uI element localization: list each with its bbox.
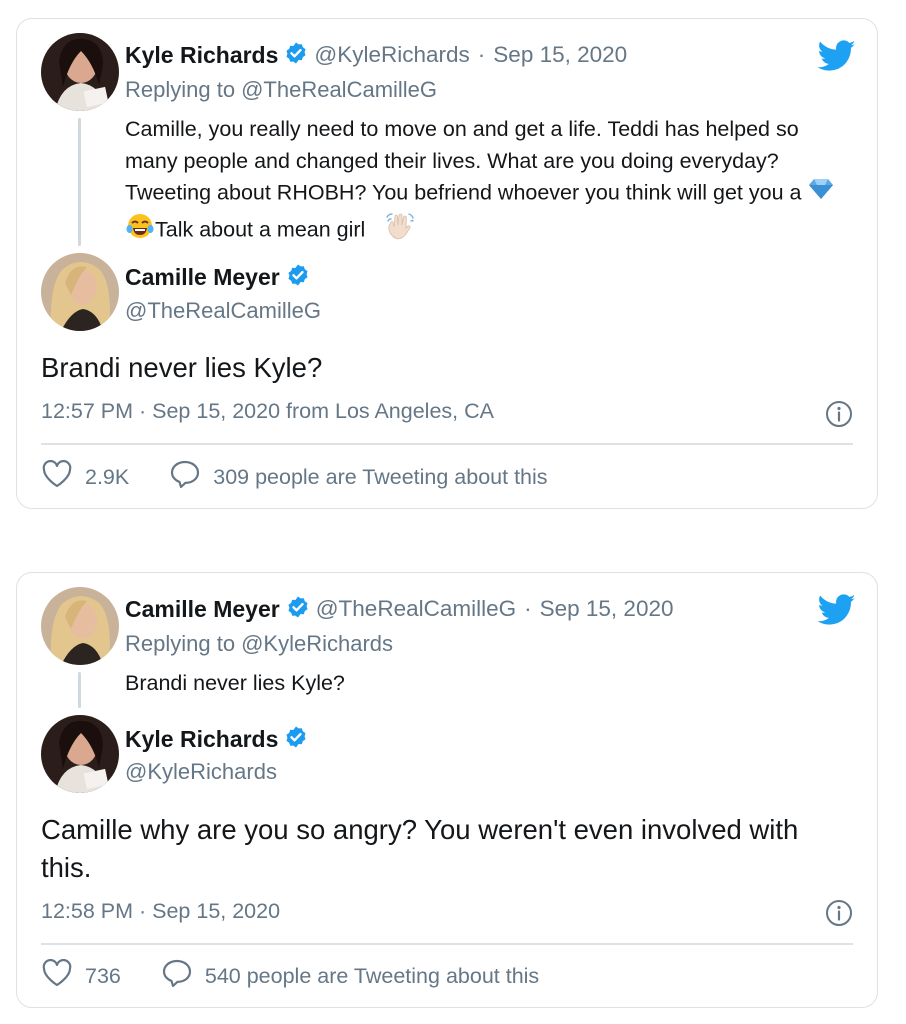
thread-line [78,672,81,708]
verified-badge-icon [284,41,308,70]
verified-badge-icon [286,263,310,292]
author-name[interactable]: Kyle Richards [125,42,278,69]
author-handle[interactable]: @TheRealCamilleG [316,596,516,622]
separator-dot: · [477,42,486,67]
author-handle[interactable]: @KyleRichards [314,42,469,68]
author-name[interactable]: Kyle Richards [125,726,278,753]
parent-tweet-text: Camille, you really need to move on and … [125,114,845,250]
comment-bubble-icon[interactable] [169,459,201,495]
separator-dot: · [524,596,532,621]
verified-badge-icon [286,595,310,624]
info-icon[interactable] [825,400,853,428]
avatar-kyle[interactable] [41,715,119,793]
author-name[interactable]: Camille Meyer [125,264,280,291]
parent-tweet-text: Brandi never lies Kyle? [125,671,345,695]
like-heart-icon[interactable] [41,958,73,993]
tweeting-about-link[interactable]: 309 people are Tweeting about this [213,465,547,490]
gem-stone-icon [808,177,834,211]
divider [41,443,853,445]
tweeting-about-link[interactable]: 540 people are Tweeting about this [205,964,539,989]
divider [41,943,853,945]
parent-tweet-tail: Talk about a mean girl [155,216,366,241]
comment-bubble-icon[interactable] [161,958,193,994]
like-heart-icon[interactable] [41,459,73,494]
verified-badge-icon [284,725,308,754]
twitter-bird-icon[interactable] [817,594,856,631]
like-count[interactable]: 2.9K [85,465,129,490]
twitter-bird-icon[interactable] [817,40,856,77]
tweet-date[interactable]: Sep 15, 2020 [540,596,674,622]
main-tweet-text: Brandi never lies Kyle? [41,352,323,383]
avatar-camille[interactable] [41,253,119,331]
tweet-card-1[interactable]: Kyle Richards @KyleRichards · Sep 15, 20… [16,18,878,509]
like-count[interactable]: 736 [85,964,121,989]
tweet-timestamp[interactable]: 12:57 PM · Sep 15, 2020 from Los Angeles… [41,399,494,424]
author-handle[interactable]: @TheRealCamilleG [125,298,321,324]
info-icon[interactable] [825,899,853,927]
replying-to-prefix: Replying to [125,631,236,656]
parent-tweet-body: Camille, you really need to move on and … [125,117,802,205]
author-handle[interactable]: @KyleRichards [125,759,277,785]
replying-to-handle[interactable]: @TheRealCamilleG [241,77,437,103]
replying-to-prefix: Replying to [125,77,236,102]
author-name[interactable]: Camille Meyer [125,596,280,623]
tweet-timestamp[interactable]: 12:58 PM · Sep 15, 2020 [41,899,280,924]
main-tweet-text: Camille why are you so angry? You weren'… [41,814,799,883]
avatar-camille[interactable] [41,587,119,665]
tweet-card-2[interactable]: Camille Meyer @TheRealCamilleG · Sep 15,… [16,572,878,1008]
thread-line [78,118,81,246]
replying-to-handle[interactable]: @KyleRichards [241,631,393,657]
tears-of-joy-icon [126,212,154,250]
waving-hand-icon [385,211,415,251]
avatar-kyle[interactable] [41,33,119,111]
tweet-date[interactable]: Sep 15, 2020 [493,42,627,68]
